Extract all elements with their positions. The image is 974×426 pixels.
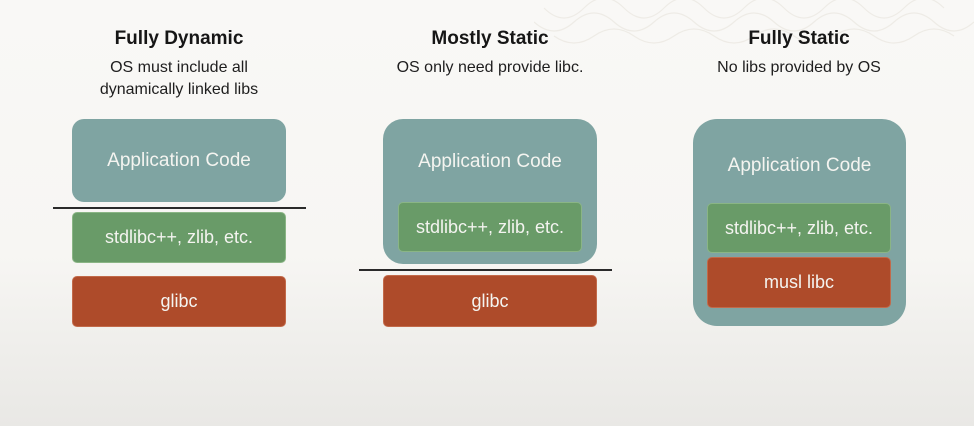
subtitle-line: No libs provided by OS — [717, 59, 881, 76]
shared-libs-label: stdlibc++, zlib, etc. — [104, 227, 254, 247]
column-title: Fully Static — [748, 28, 850, 49]
libc-label: glibc — [160, 291, 198, 311]
libc-label: musl libc — [763, 272, 834, 292]
static-libs-label: stdlibc++, zlib, etc. — [724, 217, 874, 238]
subtitle-line: dynamically linked libs — [99, 81, 259, 98]
column-subtitle: No libs provided by OS — [649, 57, 949, 79]
subtitle-line: OS must include all — [110, 59, 248, 76]
static-libs-label: stdlibc++, zlib, etc. — [415, 216, 565, 237]
static-libs-box: stdlibc++, zlib, etc. — [707, 203, 891, 253]
column-subtitle: OS only need provide libc. — [340, 57, 640, 79]
subtitle-line: OS only need provide libc. — [396, 59, 584, 76]
column-subtitle: OS must include all dynamically linked l… — [29, 57, 329, 101]
static-libs-box: stdlibc++, zlib, etc. — [398, 202, 582, 252]
application-code-label: Application Code — [418, 151, 562, 172]
libc-label: glibc — [471, 290, 509, 311]
os-boundary-divider — [359, 269, 612, 271]
application-code-box: Application Code — [72, 119, 286, 202]
column-title: Mostly Static — [431, 28, 549, 49]
column-title: Fully Dynamic — [114, 28, 244, 49]
libc-box: glibc — [383, 275, 597, 327]
application-code-label: Application Code — [107, 149, 251, 171]
libc-box: glibc — [72, 276, 286, 327]
os-boundary-divider — [53, 207, 306, 209]
application-code-label: Application Code — [727, 155, 872, 176]
shared-libs-box: stdlibc++, zlib, etc. — [72, 212, 286, 263]
static-libc-box: musl libc — [707, 257, 891, 308]
